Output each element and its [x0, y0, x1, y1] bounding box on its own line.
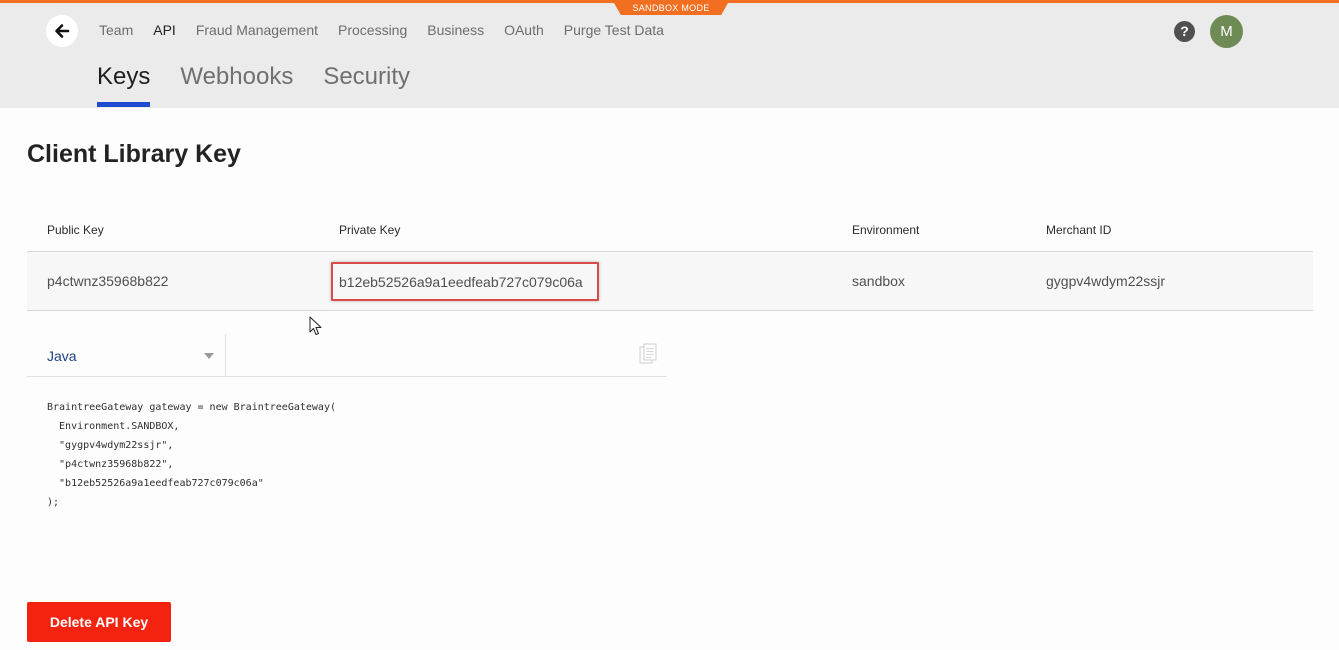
sandbox-mode-badge: SANDBOX MODE — [614, 3, 728, 15]
copy-icon[interactable] — [639, 343, 657, 365]
top-bar: SANDBOX MODE Team API Fraud Management P… — [0, 0, 1339, 108]
language-select[interactable]: Java — [27, 334, 226, 377]
public-key-value[interactable]: p4ctwnz35968b822 — [47, 252, 168, 310]
private-key-value[interactable]: b12eb52526a9a1eedfeab727c079c06a — [331, 262, 599, 301]
language-select-value: Java — [47, 347, 77, 364]
nav-item-business[interactable]: Business — [427, 22, 484, 38]
header-public-key: Public Key — [47, 222, 104, 237]
header-merchant-id: Merchant ID — [1046, 222, 1112, 237]
chevron-down-icon — [204, 352, 214, 359]
table-row: p4ctwnz35968b822 b12eb52526a9a1eedfeab72… — [27, 252, 1313, 335]
merchant-id-value[interactable]: gygpv4wdym22ssjr — [1046, 252, 1165, 310]
user-avatar[interactable]: M — [1210, 15, 1243, 48]
tab-security[interactable]: Security — [323, 63, 410, 107]
api-sub-tabs: Keys Webhooks Security — [97, 63, 410, 107]
top-nav: Team API Fraud Management Processing Bus… — [99, 22, 664, 38]
mouse-cursor-icon — [309, 316, 322, 335]
code-toolbar: Java — [27, 334, 667, 377]
code-snippet-panel: Java BraintreeGateway gateway = new Brai… — [27, 334, 667, 512]
header-environment: Environment — [852, 222, 920, 237]
back-button[interactable] — [46, 15, 78, 47]
nav-item-purge-test-data[interactable]: Purge Test Data — [564, 22, 664, 38]
tab-webhooks[interactable]: Webhooks — [180, 63, 293, 107]
arrow-left-icon — [55, 24, 70, 38]
nav-item-api[interactable]: API — [153, 22, 176, 38]
tab-keys[interactable]: Keys — [97, 63, 151, 107]
help-button[interactable]: ? — [1174, 21, 1195, 42]
nav-item-team[interactable]: Team — [99, 22, 133, 38]
nav-item-fraud-management[interactable]: Fraud Management — [196, 22, 318, 38]
page-title: Client Library Key — [27, 140, 241, 168]
code-block: BraintreeGateway gateway = new Braintree… — [47, 402, 336, 508]
environment-value: sandbox — [852, 273, 905, 289]
keys-table: Public Key Private Key Environment Merch… — [27, 208, 1313, 335]
header-private-key: Private Key — [339, 222, 401, 237]
delete-api-key-button[interactable]: Delete API Key — [27, 602, 171, 642]
nav-item-oauth[interactable]: OAuth — [504, 22, 544, 38]
nav-item-processing[interactable]: Processing — [338, 22, 407, 38]
table-header: Public Key Private Key Environment Merch… — [27, 208, 1313, 252]
